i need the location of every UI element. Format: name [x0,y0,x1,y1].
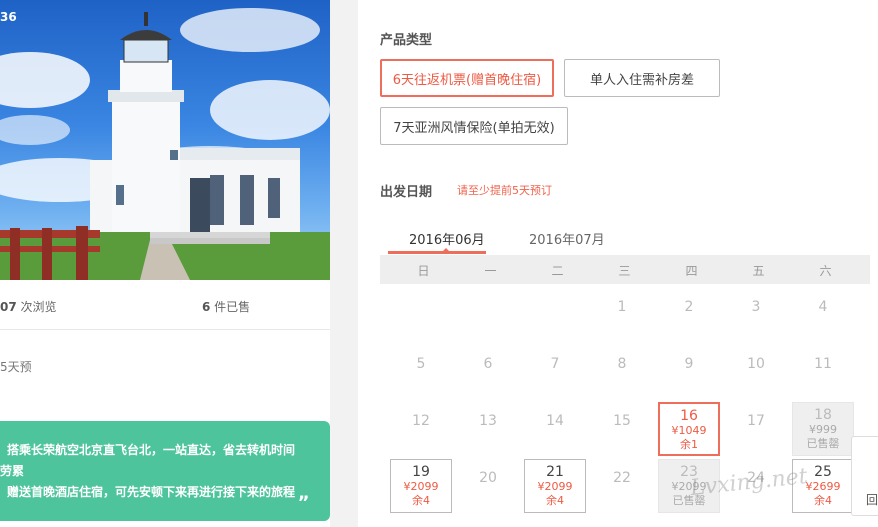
calendar-day-number: 18 [814,407,832,423]
calendar-day-stock: 余1 [680,438,698,451]
booking-notice: 5天预 [0,360,32,374]
stats-divider [0,329,330,330]
weekday-mon: 一 [484,264,497,278]
view-count-number: 07 [0,300,17,314]
product-option-single-room[interactable]: 单人入住需补房差 [564,59,720,97]
tab-month-june[interactable]: 2016年06月 [409,229,485,248]
calendar-day-number: 17 [747,413,765,429]
calendar-day[interactable]: 21 ¥2099 余4 [524,459,586,513]
booking-hint: 请至少提前5天预订 [457,184,552,197]
feature-line-3: 赠送首晚酒店住宿，可先安顿下来再进行接下来的旅程 [7,485,296,499]
calendar-day: 3 [725,299,787,353]
feature-line-2: 劳累 [0,464,25,478]
calendar-day: 5 [390,356,452,410]
calendar-day-number: 2 [684,299,694,315]
product-hero-image[interactable]: 36 [0,0,330,280]
calendar-day-price: ¥2099 [537,480,573,493]
calendar-day: 22 [591,470,653,524]
product-option-flight[interactable]: 6天往返机票(赠首晚住宿) [380,59,554,97]
calendar-day-number: 22 [613,470,631,486]
calendar-day: 18 ¥999 已售罄 [792,402,854,456]
product-type-title: 产品类型 [380,33,433,48]
sold-count-label: 件已售 [210,300,251,314]
calendar-day-number: 10 [747,356,765,372]
product-stats: 07 次浏览 6 件已售 [0,298,330,318]
active-tab-caret-icon [442,248,450,252]
calendar-day-number: 6 [483,356,493,372]
calendar-day-number: 12 [412,413,430,429]
weekday-thu: 四 [685,264,698,278]
calendar-day: 2 [658,299,720,353]
product-option-label: 7天亚洲风情保险(单拍无效) [393,120,555,136]
hero-badge: 36 [0,10,17,24]
calendar-weekday-header: 日 一 二 三 四 五 六 [380,255,870,284]
calendar-day-stock: 余4 [412,494,430,507]
calendar-day: 15 [591,413,653,467]
calendar-day-number: 20 [479,470,497,486]
calendar-day: 17 [725,413,787,467]
weekday-sat: 六 [819,264,832,278]
sold-count: 6 件已售 [202,298,250,315]
calendar-day: 7 [524,356,586,410]
weekday-sun: 日 [417,264,430,278]
feature-highlights: 搭乘长荣航空北京直飞台北，一站直达，省去转机时间 劳累 赠送首晚酒店住宿，可先安… [0,421,330,521]
calendar-day-number: 4 [818,299,828,315]
weekday-fri: 五 [752,264,765,278]
product-option-label: 6天往返机票(赠首晚住宿) [392,72,542,88]
view-count-label: 次浏览 [16,300,57,314]
product-option-label: 单人入住需补房差 [589,72,694,88]
calendar-day-stock: 余4 [546,494,564,507]
calendar-day-number: 3 [751,299,761,315]
calendar-day: 6 [457,356,519,410]
quote-mark-icon: „ [298,483,310,504]
feature-line-1: 搭乘长荣航空北京直飞台北，一站直达，省去转机时间 [7,443,296,457]
calendar-day-number: 1 [617,299,627,315]
calendar-day: 1 [591,299,653,353]
calendar-day: 4 [792,299,854,353]
weekday-wed: 三 [618,264,631,278]
calendar-day-price: ¥999 [809,423,837,436]
tab-month-july[interactable]: 2016年07月 [529,229,605,248]
calendar-day-stock: 余4 [814,494,832,507]
back-to-top-button[interactable]: 回 [851,436,878,516]
calendar-day: 20 [457,470,519,524]
calendar-day-number: 9 [684,356,694,372]
departure-date-title: 出发日期 [380,185,433,200]
calendar-day-stock: 已售罄 [806,437,840,450]
view-count: 07 次浏览 [0,298,57,315]
calendar-day-number: 14 [546,413,564,429]
calendar-day-number: 19 [412,464,430,480]
calendar-day-number: 13 [479,413,497,429]
calendar-day: 8 [591,356,653,410]
calendar-day-number: 8 [617,356,627,372]
booking-panel: 产品类型 6天往返机票(赠首晚住宿) 单人入住需补房差 7天亚洲风情保险(单拍无… [358,0,878,527]
calendar-day[interactable]: 16 ¥1049 余1 [658,402,720,456]
calendar-day-number: 16 [680,408,698,424]
active-tab-underline [388,251,486,254]
calendar-day-number: 11 [814,356,832,372]
calendar-day-number: 7 [550,356,560,372]
calendar-day[interactable]: 19 ¥2099 余4 [390,459,452,513]
calendar-day: 10 [725,356,787,410]
weekday-tue: 二 [551,264,564,278]
calendar-day-number: 15 [613,413,631,429]
calendar-day: 13 [457,413,519,467]
product-option-insurance[interactable]: 7天亚洲风情保险(单拍无效) [380,107,568,145]
back-to-top-label: 回 [866,493,878,507]
calendar-day-number: 21 [546,464,564,480]
calendar-day-price: ¥2099 [403,480,439,493]
calendar-day-price: ¥1049 [671,424,707,437]
lighthouse-illustration [0,8,330,280]
calendar-day-number: 5 [416,356,426,372]
product-left-panel: 36 07 次浏览 6 件已售 5天预 搭乘长荣航空北京直飞台北，一站直达，省去… [0,0,330,527]
